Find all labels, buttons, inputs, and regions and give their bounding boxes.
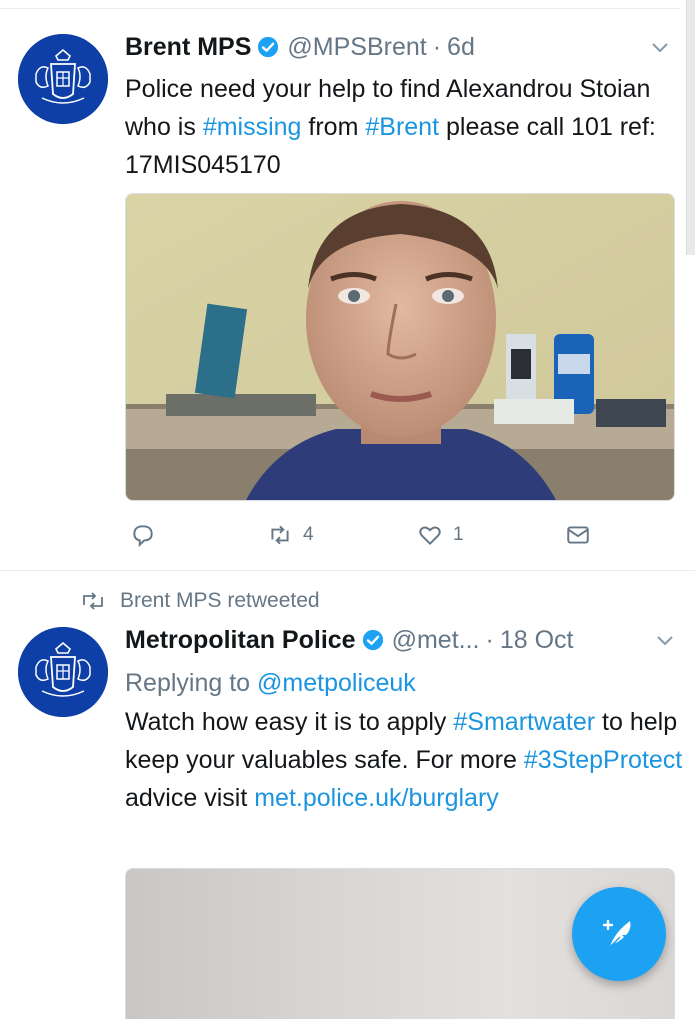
retweet-context[interactable]: Brent MPS retweeted: [80, 589, 320, 613]
retweet-icon: [83, 592, 103, 610]
hashtag-3stepprotect[interactable]: #3StepProtect: [524, 746, 682, 774]
retweet-count: 4: [303, 524, 314, 545]
chevron-down-icon[interactable]: [650, 38, 670, 61]
hashtag-brent[interactable]: #Brent: [365, 113, 439, 141]
tweet-header: Metropolitan Police @met... · 18 Oct: [125, 625, 573, 655]
verified-badge-icon: [258, 36, 279, 58]
tweet-timestamp[interactable]: 18 Oct: [500, 625, 574, 655]
tweet-actions: 4 1: [125, 522, 605, 554]
retweet-icon: [271, 525, 289, 545]
tweet-photo[interactable]: [125, 193, 675, 501]
replying-to: Replying to @metpoliceuk: [125, 664, 685, 702]
retweet-button[interactable]: 4: [267, 522, 314, 548]
author-name[interactable]: Metropolitan Police: [125, 625, 356, 655]
like-button[interactable]: 1: [417, 522, 464, 548]
author-handle[interactable]: @MPSBrent: [287, 32, 426, 62]
police-crest-icon: [18, 34, 108, 124]
separator-dot: ·: [432, 33, 442, 61]
avatar[interactable]: [18, 627, 108, 717]
tweet-1[interactable]: Brent MPS @MPSBrent · 6d Police need you…: [0, 0, 695, 570]
tweet-text-segment: advice visit: [125, 784, 255, 812]
tweet-timestamp[interactable]: 6d: [447, 32, 475, 62]
compose-tweet-icon: [602, 919, 631, 948]
like-icon: [419, 526, 441, 546]
separator-dot: ·: [485, 626, 494, 654]
reply-button[interactable]: [130, 522, 166, 548]
tweet-text-segment: Watch how easy it is to apply: [125, 708, 454, 736]
verified-badge-icon: [362, 629, 383, 651]
avatar[interactable]: [18, 34, 108, 124]
replying-prefix: Replying to: [125, 669, 258, 697]
hashtag-smartwater[interactable]: #Smartwater: [453, 708, 595, 736]
direct-message-button[interactable]: [565, 522, 601, 548]
direct-message-icon: [567, 526, 589, 544]
author-name[interactable]: Brent MPS: [125, 32, 251, 62]
author-handle[interactable]: @met...: [392, 625, 480, 655]
police-crest-icon: [18, 627, 108, 717]
missing-person-photo: [126, 194, 674, 500]
tweet-text: Watch how easy it is to apply #Smartwate…: [125, 703, 685, 817]
hashtag-missing[interactable]: #missing: [203, 113, 302, 141]
tweet-link[interactable]: met.police.uk/burglary: [254, 784, 499, 812]
tweet-header: Brent MPS @MPSBrent · 6d: [125, 32, 475, 62]
compose-tweet-button[interactable]: [572, 887, 666, 981]
chevron-down-icon[interactable]: [655, 631, 675, 654]
reply-icon: [133, 525, 153, 548]
tweet-text-segment: from: [301, 113, 366, 141]
like-count: 1: [453, 524, 464, 545]
replying-to-handle[interactable]: @metpoliceuk: [257, 669, 416, 697]
tweet-text: Police need your help to find Alexandrou…: [125, 70, 685, 184]
retweet-label: Brent MPS retweeted: [120, 589, 320, 612]
